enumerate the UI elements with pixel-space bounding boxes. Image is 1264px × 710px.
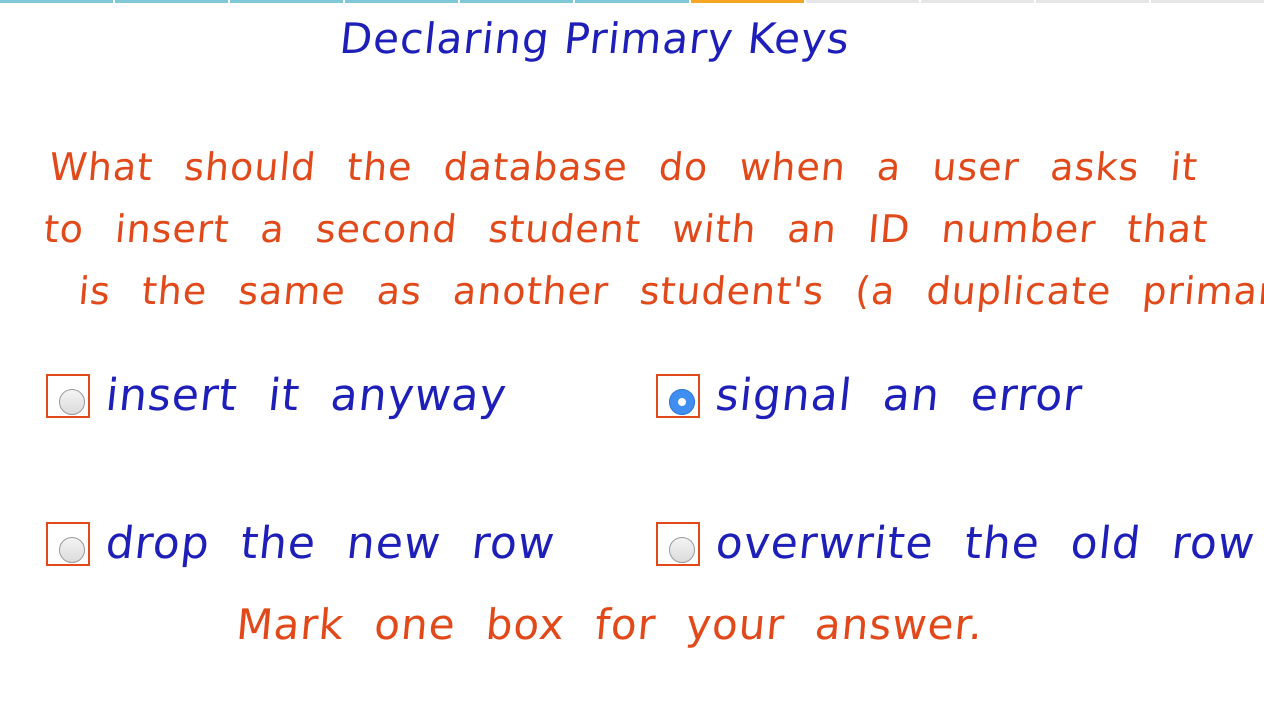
progress-segment[interactable] (690, 0, 804, 3)
progress-segment[interactable] (0, 0, 114, 3)
answer-option-signal-error[interactable]: signal an error (656, 370, 1086, 421)
radio-button[interactable] (59, 536, 85, 563)
question-line: to insert a second student with an ID nu… (42, 207, 1211, 251)
lesson-progress-bar (0, 0, 1264, 3)
answer-label: insert it anyway (103, 370, 510, 421)
answer-checkbox[interactable] (656, 373, 700, 418)
answer-label: overwrite the old row (713, 518, 1258, 569)
answer-checkbox[interactable] (656, 521, 700, 566)
question-line: is the same as another student's (a dupl… (76, 269, 1264, 313)
progress-segment[interactable] (460, 0, 574, 3)
answer-label: drop the new row (103, 518, 558, 569)
answer-checkbox[interactable] (46, 373, 90, 418)
answer-option-insert-anyway[interactable]: insert it anyway (46, 370, 510, 421)
question-text: What should the database do when a user … (36, 136, 1264, 322)
radio-button-selected[interactable] (669, 388, 695, 415)
progress-segment[interactable] (805, 0, 919, 3)
question-line: What should the database do when a user … (47, 145, 1200, 189)
radio-button[interactable] (59, 388, 85, 415)
instruction-text: Mark one box for your answer. (234, 600, 986, 649)
progress-segment[interactable] (1150, 0, 1264, 3)
progress-segment[interactable] (920, 0, 1034, 3)
answer-label: signal an error (713, 370, 1086, 421)
quiz-title: Declaring Primary Keys (337, 14, 853, 63)
answer-option-drop-new-row[interactable]: drop the new row (46, 518, 558, 569)
progress-segment[interactable] (575, 0, 689, 3)
progress-segment[interactable] (230, 0, 344, 3)
progress-segment[interactable] (1035, 0, 1149, 3)
answer-option-overwrite-old-row[interactable]: overwrite the old row (656, 518, 1258, 569)
progress-segment[interactable] (115, 0, 229, 3)
radio-button[interactable] (669, 536, 695, 563)
answer-checkbox[interactable] (46, 521, 90, 566)
progress-segment[interactable] (345, 0, 459, 3)
